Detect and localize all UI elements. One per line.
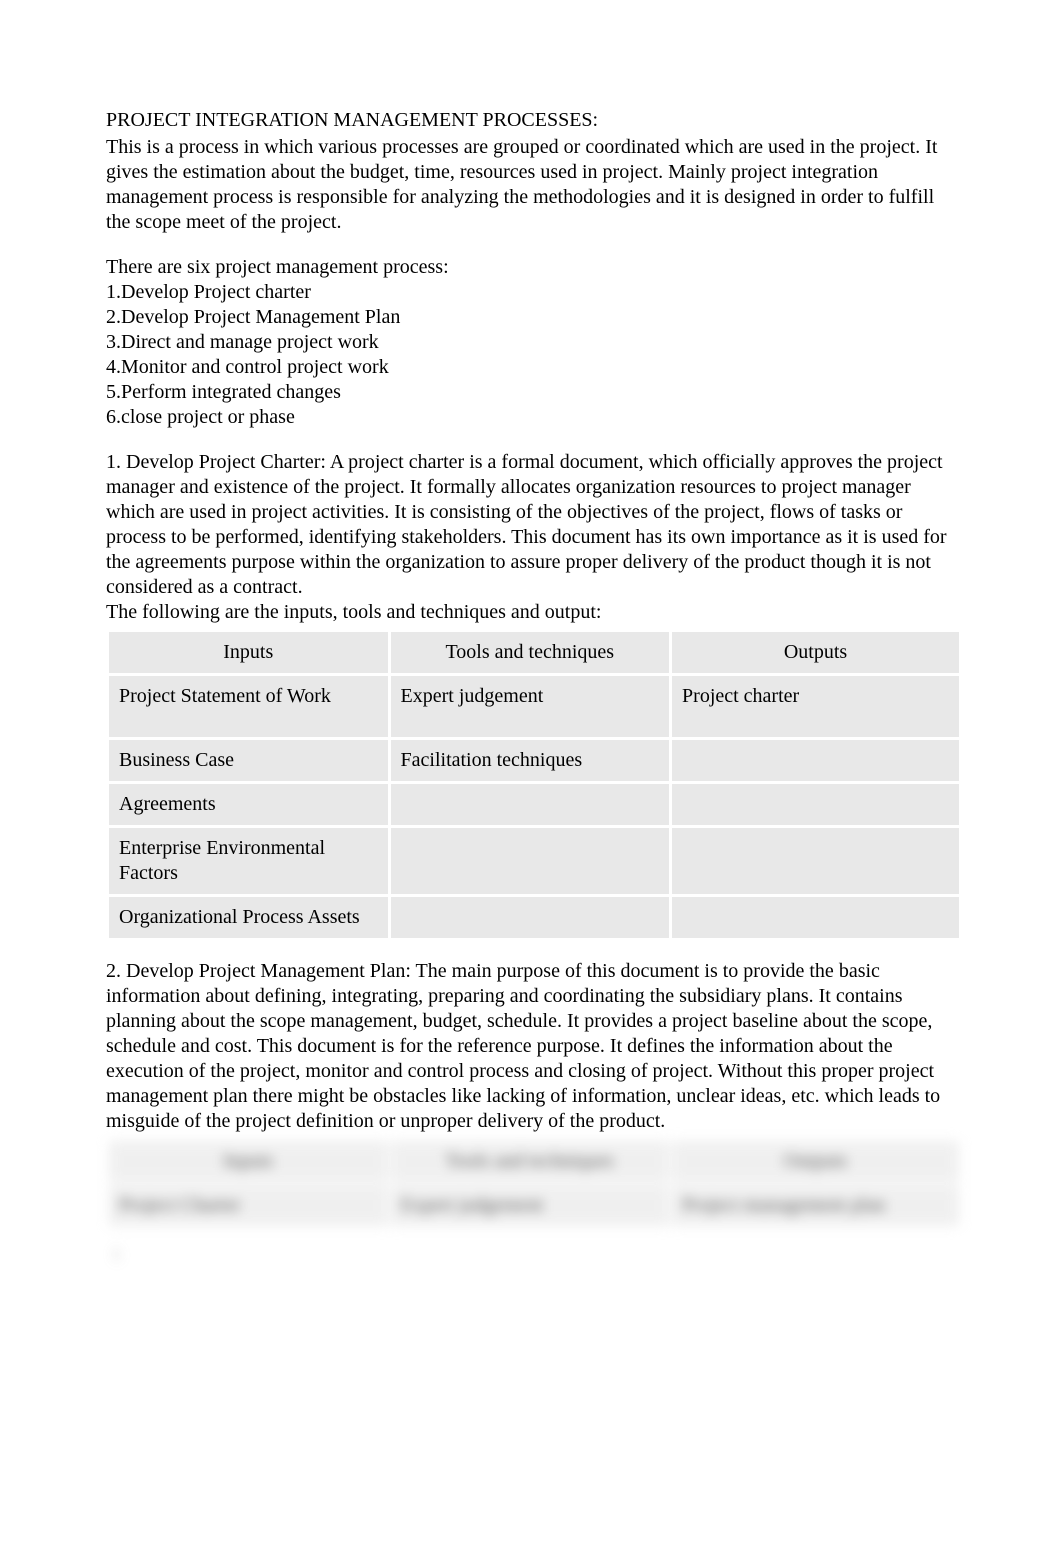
list-item: 1.Develop Project charter — [106, 280, 962, 305]
table-cell: Expert judgement — [391, 676, 670, 737]
intro-paragraph: This is a process in which various proce… — [106, 135, 962, 235]
document-title: PROJECT INTEGRATION MANAGEMENT PROCESSES… — [106, 108, 962, 133]
table-cell: Enterprise Environmental Factors — [109, 828, 388, 894]
table-cell: Project management plan — [672, 1185, 959, 1226]
section1-table-lead: The following are the inputs, tools and … — [106, 600, 962, 625]
table-cell — [391, 784, 670, 825]
table-cell: Business Case — [109, 740, 388, 781]
table-header: Tools and techniques — [391, 1141, 670, 1182]
table-row: Enterprise Environmental Factors — [109, 828, 959, 894]
table-row: Project Charter Expert judgement Project… — [109, 1185, 959, 1226]
table-row: Organizational Process Assets — [109, 897, 959, 938]
table-cell — [672, 897, 959, 938]
table-row: Agreements — [109, 784, 959, 825]
table-header: Inputs — [109, 632, 388, 673]
list-item: 4.Monitor and control project work — [106, 355, 962, 380]
table-cell — [672, 828, 959, 894]
page-number: 1 — [112, 1243, 962, 1266]
table-cell — [391, 897, 670, 938]
table-row: Business Case Facilitation techniques — [109, 740, 959, 781]
list-intro: There are six project management process… — [106, 255, 962, 280]
table-cell: Project charter — [672, 676, 959, 737]
table-header: Outputs — [672, 1141, 959, 1182]
section1-table: Inputs Tools and techniques Outputs Proj… — [106, 629, 962, 941]
table-cell: Project Statement of Work — [109, 676, 388, 737]
blurred-preview: Inputs Tools and techniques Outputs Proj… — [106, 1138, 962, 1266]
table-cell — [391, 828, 670, 894]
list-item: 5.Perform integrated changes — [106, 380, 962, 405]
list-item: 3.Direct and manage project work — [106, 330, 962, 355]
table-cell — [672, 740, 959, 781]
table-header-row: Inputs Tools and techniques Outputs — [109, 632, 959, 673]
table-cell — [672, 784, 959, 825]
table-cell: Expert judgement — [391, 1185, 670, 1226]
table-cell: Agreements — [109, 784, 388, 825]
list-item: 2.Develop Project Management Plan — [106, 305, 962, 330]
section1-text: 1. Develop Project Charter: A project ch… — [106, 450, 962, 600]
section2-table: Inputs Tools and techniques Outputs Proj… — [106, 1138, 962, 1229]
table-row: Project Statement of Work Expert judgeme… — [109, 676, 959, 737]
table-header: Tools and techniques — [391, 632, 670, 673]
section2-text: 2. Develop Project Management Plan: The … — [106, 959, 962, 1134]
table-cell: Facilitation techniques — [391, 740, 670, 781]
table-cell: Organizational Process Assets — [109, 897, 388, 938]
list-item: 6.close project or phase — [106, 405, 962, 430]
table-cell: Project Charter — [109, 1185, 388, 1226]
table-header: Outputs — [672, 632, 959, 673]
table-header-row: Inputs Tools and techniques Outputs — [109, 1141, 959, 1182]
table-header: Inputs — [109, 1141, 388, 1182]
